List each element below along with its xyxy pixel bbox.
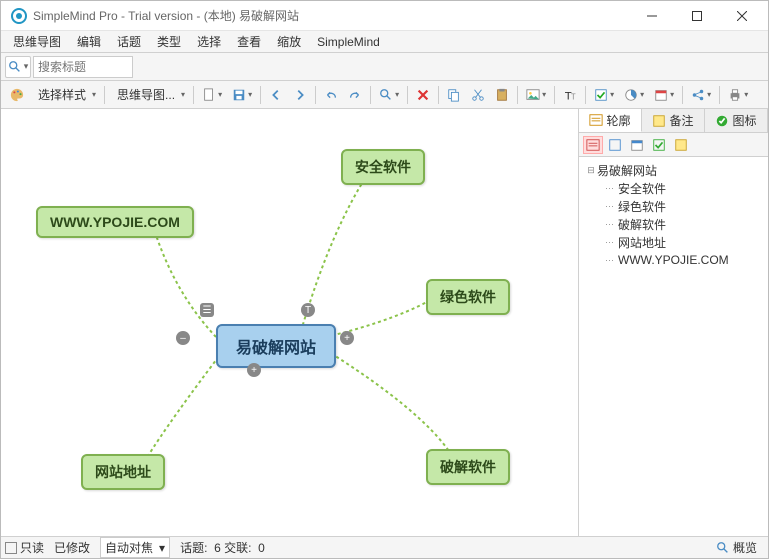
progress-button[interactable]: ▾ <box>620 84 648 106</box>
node-url[interactable]: WWW.YPOJIE.COM <box>36 206 194 238</box>
delete-button[interactable] <box>412 84 434 106</box>
handle-add-right[interactable]: + <box>340 331 354 345</box>
node-center[interactable]: 易破解网站 <box>216 324 336 368</box>
menu-select[interactable]: 选择 <box>189 31 229 52</box>
minimize-button[interactable] <box>629 1 674 31</box>
paste-button[interactable] <box>491 84 513 106</box>
right-panel: 轮廓 备注 图标 ⊟易破解网站 ⋯安全软件 ⋯绿色软件 ⋯破解软件 ⋯网站地址 <box>578 109 768 536</box>
readonly-checkbox[interactable]: 只读 <box>5 539 44 556</box>
node-crack-soft[interactable]: 破解软件 <box>426 449 510 485</box>
close-button[interactable] <box>719 1 764 31</box>
view-list-icon[interactable] <box>583 136 603 154</box>
menu-topic[interactable]: 话题 <box>109 31 149 52</box>
handle-tool[interactable]: ☰ <box>200 303 214 317</box>
topics-count: 话题: 6 交联: 0 <box>180 539 265 556</box>
nav-forward-button[interactable] <box>289 84 311 106</box>
share-button[interactable]: ▾ <box>687 84 715 106</box>
tab-notes[interactable]: 备注 <box>642 109 705 132</box>
select-style-button[interactable]: 选择样式▾ <box>30 84 100 106</box>
nav-back-button[interactable] <box>265 84 287 106</box>
print-button[interactable]: ▾ <box>724 84 752 106</box>
tree-item[interactable]: ⋯安全软件 <box>581 179 766 197</box>
mindmap-list-button[interactable]: 思维导图...▾ <box>109 84 189 106</box>
palette-button[interactable] <box>6 84 28 106</box>
menu-view[interactable]: 查看 <box>229 31 269 52</box>
titlebar: SimpleMind Pro - Trial version - (本地) 易破… <box>1 1 768 31</box>
maximize-button[interactable] <box>674 1 719 31</box>
mindmap-canvas[interactable]: WWW.YPOJIE.COM 安全软件 绿色软件 破解软件 网站地址 易破解网站… <box>1 109 578 536</box>
menu-type[interactable]: 类型 <box>149 31 189 52</box>
tree-item[interactable]: ⋯WWW.YPOJIE.COM <box>581 251 766 269</box>
undo-button[interactable] <box>320 84 342 106</box>
tab-outline[interactable]: 轮廓 <box>579 109 642 132</box>
svg-text:T: T <box>571 92 576 101</box>
tree-item[interactable]: ⋯网站地址 <box>581 233 766 251</box>
cut-button[interactable] <box>467 84 489 106</box>
view-date-icon[interactable] <box>627 136 647 154</box>
autofocus-select[interactable]: 自动对焦▾ <box>100 537 170 558</box>
right-panel-tabs: 轮廓 备注 图标 <box>579 109 768 133</box>
outline-view-icons <box>579 133 768 157</box>
tree-item[interactable]: ⋯绿色软件 <box>581 197 766 215</box>
zoom-button[interactable]: ▾ <box>375 84 403 106</box>
view-check-icon[interactable] <box>605 136 625 154</box>
menu-simplemind[interactable]: SimpleMind <box>309 33 388 51</box>
menu-mindmap[interactable]: 思维导图 <box>5 31 69 52</box>
new-button[interactable]: ▾ <box>198 84 226 106</box>
modified-label: 已修改 <box>54 539 90 556</box>
handle-link[interactable]: T <box>301 303 315 317</box>
node-security[interactable]: 安全软件 <box>341 149 425 185</box>
tree-item[interactable]: ⋯破解软件 <box>581 215 766 233</box>
checkbox-button[interactable]: ▾ <box>590 84 618 106</box>
view-highlight-icon[interactable] <box>671 136 691 154</box>
searchbar: ▾ <box>1 53 768 81</box>
search-zoom-button[interactable]: ▾ <box>5 56 31 78</box>
date-button[interactable]: ▾ <box>650 84 678 106</box>
menu-zoom[interactable]: 缩放 <box>269 31 309 52</box>
save-button[interactable]: ▾ <box>228 84 256 106</box>
menubar: 思维导图 编辑 话题 类型 选择 查看 缩放 SimpleMind <box>1 31 768 53</box>
statusbar: 只读 已修改 自动对焦▾ 话题: 6 交联: 0 概览 <box>1 536 768 558</box>
image-button[interactable]: ▾ <box>522 84 550 106</box>
tab-icons[interactable]: 图标 <box>705 109 768 132</box>
window-title: SimpleMind Pro - Trial version - (本地) 易破… <box>33 7 629 24</box>
node-green-soft[interactable]: 绿色软件 <box>426 279 510 315</box>
node-site-addr[interactable]: 网站地址 <box>81 454 165 490</box>
handle-add-bottom[interactable]: + <box>247 363 261 377</box>
dropdown-icon: ▾ <box>24 61 29 72</box>
main-area: WWW.YPOJIE.COM 安全软件 绿色软件 破解软件 网站地址 易破解网站… <box>1 109 768 536</box>
handle-collapse-left[interactable]: – <box>176 331 190 345</box>
copy-button[interactable] <box>443 84 465 106</box>
preview-button[interactable]: 概览 <box>709 537 764 558</box>
outline-tree[interactable]: ⊟易破解网站 ⋯安全软件 ⋯绿色软件 ⋯破解软件 ⋯网站地址 ⋯WWW.YPOJ… <box>579 157 768 536</box>
menu-edit[interactable]: 编辑 <box>69 31 109 52</box>
text-button[interactable]: TT <box>559 84 581 106</box>
tree-root[interactable]: ⊟易破解网站 <box>581 161 766 179</box>
app-icon <box>11 8 27 24</box>
redo-button[interactable] <box>344 84 366 106</box>
search-input[interactable] <box>33 56 133 78</box>
toolbar: 选择样式▾ 思维导图...▾ ▾ ▾ ▾ ▾ TT ▾ ▾ ▾ ▾ ▾ <box>1 81 768 109</box>
view-done-icon[interactable] <box>649 136 669 154</box>
